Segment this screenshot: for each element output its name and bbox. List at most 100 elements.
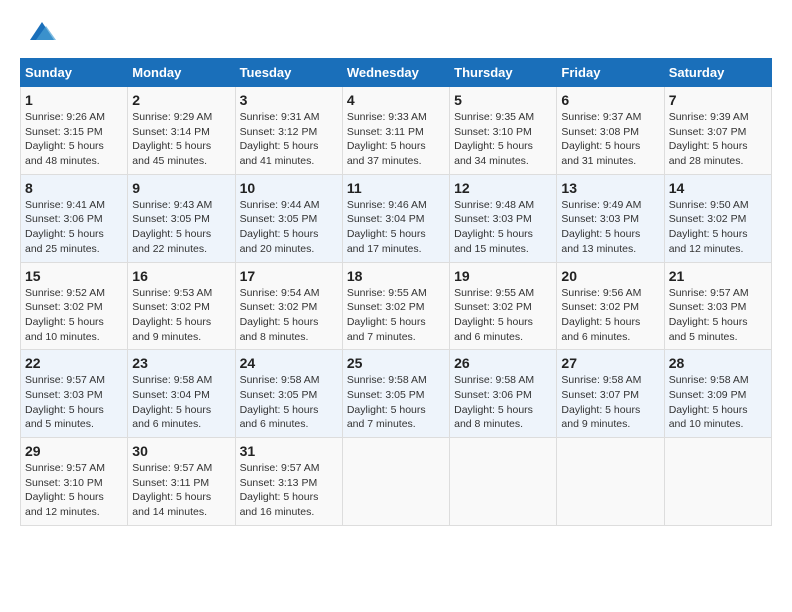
calendar-cell: 27 Sunrise: 9:58 AM Sunset: 3:07 PM Dayl… — [557, 350, 664, 438]
day-number: 26 — [454, 355, 552, 371]
sunrise-label: Sunrise: 9:29 AM — [132, 111, 212, 123]
sunrise-label: Sunrise: 9:55 AM — [347, 287, 427, 299]
weekday-header-monday: Monday — [128, 59, 235, 87]
sunrise-label: Sunrise: 9:43 AM — [132, 199, 212, 211]
day-info: Sunrise: 9:46 AM Sunset: 3:04 PM Dayligh… — [347, 198, 445, 257]
weekday-header-tuesday: Tuesday — [235, 59, 342, 87]
sunrise-label: Sunrise: 9:55 AM — [454, 287, 534, 299]
sunset-label: Sunset: 3:05 PM — [132, 213, 210, 225]
day-info: Sunrise: 9:58 AM Sunset: 3:06 PM Dayligh… — [454, 373, 552, 432]
calendar-cell: 15 Sunrise: 9:52 AM Sunset: 3:02 PM Dayl… — [21, 262, 128, 350]
sunrise-label: Sunrise: 9:41 AM — [25, 199, 105, 211]
calendar-cell — [342, 438, 449, 526]
calendar-cell: 8 Sunrise: 9:41 AM Sunset: 3:06 PM Dayli… — [21, 174, 128, 262]
sunrise-label: Sunrise: 9:39 AM — [669, 111, 749, 123]
calendar-cell: 3 Sunrise: 9:31 AM Sunset: 3:12 PM Dayli… — [235, 87, 342, 175]
sunset-label: Sunset: 3:03 PM — [25, 389, 103, 401]
daylight-label: Daylight: 5 hours and 28 minutes. — [669, 140, 748, 167]
day-number: 7 — [669, 92, 767, 108]
daylight-label: Daylight: 5 hours and 6 minutes. — [240, 404, 319, 431]
calendar-cell: 7 Sunrise: 9:39 AM Sunset: 3:07 PM Dayli… — [664, 87, 771, 175]
calendar-cell — [664, 438, 771, 526]
daylight-label: Daylight: 5 hours and 41 minutes. — [240, 140, 319, 167]
weekday-header-sunday: Sunday — [21, 59, 128, 87]
sunset-label: Sunset: 3:06 PM — [454, 389, 532, 401]
day-number: 5 — [454, 92, 552, 108]
daylight-label: Daylight: 5 hours and 8 minutes. — [240, 316, 319, 343]
sunrise-label: Sunrise: 9:44 AM — [240, 199, 320, 211]
day-number: 23 — [132, 355, 230, 371]
calendar-cell: 24 Sunrise: 9:58 AM Sunset: 3:05 PM Dayl… — [235, 350, 342, 438]
calendar-cell: 25 Sunrise: 9:58 AM Sunset: 3:05 PM Dayl… — [342, 350, 449, 438]
day-number: 8 — [25, 180, 123, 196]
day-info: Sunrise: 9:55 AM Sunset: 3:02 PM Dayligh… — [347, 286, 445, 345]
day-number: 29 — [25, 443, 123, 459]
day-info: Sunrise: 9:55 AM Sunset: 3:02 PM Dayligh… — [454, 286, 552, 345]
calendar-cell: 13 Sunrise: 9:49 AM Sunset: 3:03 PM Dayl… — [557, 174, 664, 262]
day-info: Sunrise: 9:53 AM Sunset: 3:02 PM Dayligh… — [132, 286, 230, 345]
calendar-cell: 28 Sunrise: 9:58 AM Sunset: 3:09 PM Dayl… — [664, 350, 771, 438]
sunrise-label: Sunrise: 9:57 AM — [25, 462, 105, 474]
sunrise-label: Sunrise: 9:35 AM — [454, 111, 534, 123]
sunrise-label: Sunrise: 9:37 AM — [561, 111, 641, 123]
day-info: Sunrise: 9:33 AM Sunset: 3:11 PM Dayligh… — [347, 110, 445, 169]
daylight-label: Daylight: 5 hours and 20 minutes. — [240, 228, 319, 255]
day-number: 27 — [561, 355, 659, 371]
day-info: Sunrise: 9:41 AM Sunset: 3:06 PM Dayligh… — [25, 198, 123, 257]
day-info: Sunrise: 9:37 AM Sunset: 3:08 PM Dayligh… — [561, 110, 659, 169]
day-number: 15 — [25, 268, 123, 284]
calendar-cell: 5 Sunrise: 9:35 AM Sunset: 3:10 PM Dayli… — [450, 87, 557, 175]
calendar-cell: 9 Sunrise: 9:43 AM Sunset: 3:05 PM Dayli… — [128, 174, 235, 262]
calendar-cell: 19 Sunrise: 9:55 AM Sunset: 3:02 PM Dayl… — [450, 262, 557, 350]
calendar-week-row: 8 Sunrise: 9:41 AM Sunset: 3:06 PM Dayli… — [21, 174, 772, 262]
sunset-label: Sunset: 3:04 PM — [132, 389, 210, 401]
sunset-label: Sunset: 3:02 PM — [347, 301, 425, 313]
day-info: Sunrise: 9:58 AM Sunset: 3:05 PM Dayligh… — [347, 373, 445, 432]
calendar-week-row: 1 Sunrise: 9:26 AM Sunset: 3:15 PM Dayli… — [21, 87, 772, 175]
sunrise-label: Sunrise: 9:57 AM — [669, 287, 749, 299]
day-number: 17 — [240, 268, 338, 284]
sunset-label: Sunset: 3:02 PM — [454, 301, 532, 313]
day-info: Sunrise: 9:26 AM Sunset: 3:15 PM Dayligh… — [25, 110, 123, 169]
weekday-header-row: SundayMondayTuesdayWednesdayThursdayFrid… — [21, 59, 772, 87]
day-info: Sunrise: 9:50 AM Sunset: 3:02 PM Dayligh… — [669, 198, 767, 257]
sunset-label: Sunset: 3:02 PM — [25, 301, 103, 313]
day-info: Sunrise: 9:31 AM Sunset: 3:12 PM Dayligh… — [240, 110, 338, 169]
sunrise-label: Sunrise: 9:52 AM — [25, 287, 105, 299]
sunset-label: Sunset: 3:08 PM — [561, 126, 639, 138]
day-number: 18 — [347, 268, 445, 284]
day-number: 2 — [132, 92, 230, 108]
sunrise-label: Sunrise: 9:56 AM — [561, 287, 641, 299]
sunrise-label: Sunrise: 9:31 AM — [240, 111, 320, 123]
daylight-label: Daylight: 5 hours and 5 minutes. — [25, 404, 104, 431]
sunrise-label: Sunrise: 9:58 AM — [347, 374, 427, 386]
daylight-label: Daylight: 5 hours and 10 minutes. — [669, 404, 748, 431]
calendar-cell: 14 Sunrise: 9:50 AM Sunset: 3:02 PM Dayl… — [664, 174, 771, 262]
calendar-cell: 6 Sunrise: 9:37 AM Sunset: 3:08 PM Dayli… — [557, 87, 664, 175]
day-info: Sunrise: 9:49 AM Sunset: 3:03 PM Dayligh… — [561, 198, 659, 257]
day-number: 20 — [561, 268, 659, 284]
calendar-cell: 4 Sunrise: 9:33 AM Sunset: 3:11 PM Dayli… — [342, 87, 449, 175]
daylight-label: Daylight: 5 hours and 6 minutes. — [561, 316, 640, 343]
calendar-cell: 23 Sunrise: 9:58 AM Sunset: 3:04 PM Dayl… — [128, 350, 235, 438]
sunset-label: Sunset: 3:06 PM — [25, 213, 103, 225]
calendar-cell: 31 Sunrise: 9:57 AM Sunset: 3:13 PM Dayl… — [235, 438, 342, 526]
calendar-cell: 2 Sunrise: 9:29 AM Sunset: 3:14 PM Dayli… — [128, 87, 235, 175]
day-info: Sunrise: 9:57 AM Sunset: 3:03 PM Dayligh… — [25, 373, 123, 432]
daylight-label: Daylight: 5 hours and 8 minutes. — [454, 404, 533, 431]
page-header — [20, 20, 772, 48]
calendar-week-row: 29 Sunrise: 9:57 AM Sunset: 3:10 PM Dayl… — [21, 438, 772, 526]
day-number: 25 — [347, 355, 445, 371]
daylight-label: Daylight: 5 hours and 12 minutes. — [669, 228, 748, 255]
sunrise-label: Sunrise: 9:57 AM — [132, 462, 212, 474]
sunset-label: Sunset: 3:05 PM — [240, 389, 318, 401]
daylight-label: Daylight: 5 hours and 6 minutes. — [132, 404, 211, 431]
sunset-label: Sunset: 3:07 PM — [561, 389, 639, 401]
calendar-cell: 1 Sunrise: 9:26 AM Sunset: 3:15 PM Dayli… — [21, 87, 128, 175]
sunset-label: Sunset: 3:10 PM — [25, 477, 103, 489]
day-info: Sunrise: 9:58 AM Sunset: 3:07 PM Dayligh… — [561, 373, 659, 432]
sunset-label: Sunset: 3:03 PM — [561, 213, 639, 225]
sunrise-label: Sunrise: 9:53 AM — [132, 287, 212, 299]
sunrise-label: Sunrise: 9:50 AM — [669, 199, 749, 211]
sunset-label: Sunset: 3:11 PM — [132, 477, 209, 489]
